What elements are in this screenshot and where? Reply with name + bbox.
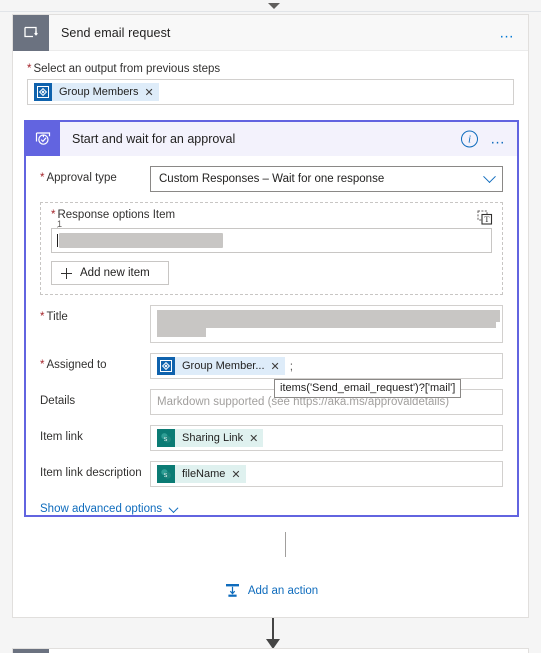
item-link-description-input[interactable]: S fileName ✕ [150, 461, 503, 487]
select-output-label: * Select an output from previous steps [27, 63, 514, 75]
add-an-action-label: Add an action [247, 584, 319, 597]
apply-to-each-title: Send email request [61, 25, 171, 40]
next-action-icon [13, 649, 49, 653]
item-link-input[interactable]: S Sharing Link ✕ [150, 425, 503, 451]
svg-text:S: S [164, 437, 168, 443]
show-advanced-options-button[interactable]: Show advanced options [40, 502, 179, 515]
title-label: * Title [40, 305, 150, 324]
item-link-label: Item link [40, 431, 83, 443]
title-input[interactable] [150, 305, 503, 343]
token-label: fileName [182, 468, 226, 480]
assigned-to-row: * Assigned to Group Member... ✕ ; [40, 353, 503, 379]
expression-tooltip: items('Send_email_request')?['mail'] [274, 379, 462, 398]
approval-type-value: Custom Responses – Wait for one response [159, 173, 385, 185]
title-label-text: Title [46, 311, 68, 323]
response-options-group: T * Response options Item 1 Add new item [40, 202, 503, 295]
redacted-value [59, 233, 223, 248]
approval-title: Start and wait for an approval [72, 132, 236, 146]
apply-to-each-menu-button[interactable]: … [499, 25, 516, 40]
token-label: Group Member... [182, 360, 265, 372]
token-sharing-link[interactable]: S Sharing Link ✕ [157, 429, 264, 447]
plus-icon [61, 267, 72, 279]
approval-type-label-text: Approval type [46, 172, 117, 184]
connector-line [285, 532, 286, 557]
approval-type-select[interactable]: Custom Responses – Wait for one response [150, 166, 503, 192]
item-link-control: S Sharing Link ✕ [150, 425, 503, 451]
approval-menu-button[interactable]: … [490, 132, 507, 147]
required-asterisk: * [40, 311, 45, 323]
token-filename[interactable]: S fileName ✕ [157, 465, 246, 483]
svg-text:T: T [484, 214, 490, 224]
token-label: Sharing Link [182, 432, 244, 444]
add-new-item-button[interactable]: Add new item [51, 261, 169, 285]
approval-type-row: * Approval type Custom Responses – Wait f… [40, 166, 503, 192]
details-row: Details Markdown supported (see https://… [40, 379, 503, 415]
item-link-description-label: Item link description [40, 467, 142, 479]
apply-to-each-header[interactable]: Send email request … [13, 14, 528, 51]
approval-type-control: Custom Responses – Wait for one response [150, 166, 503, 192]
approval-header[interactable]: Start and wait for an approval i … [26, 122, 517, 156]
sharepoint-icon: S [157, 429, 175, 447]
azure-ad-icon [157, 357, 175, 375]
show-advanced-options-label: Show advanced options [40, 503, 163, 515]
approval-body: * Approval type Custom Responses – Wait f… [26, 166, 517, 487]
insert-action-icon [225, 583, 240, 598]
details-control: Markdown supported (see https://aka.ms/a… [150, 379, 503, 415]
collapse-chevron-icon[interactable] [268, 3, 280, 9]
svg-text:S: S [164, 473, 168, 479]
add-new-item-label: Add new item [80, 267, 150, 279]
token-remove-button[interactable]: ✕ [271, 360, 280, 373]
approval-action-card: Start and wait for an approval i … * Appr… [24, 120, 519, 517]
required-asterisk: * [40, 172, 45, 184]
required-asterisk: * [40, 359, 45, 371]
redacted-value [157, 321, 206, 337]
flow-designer-canvas: Send email request … * Select an output f… [0, 0, 541, 653]
assigned-to-input[interactable]: Group Member... ✕ ; [150, 353, 503, 379]
assigned-to-label: * Assigned to [40, 353, 150, 372]
assigned-to-label-text: Assigned to [46, 359, 107, 371]
required-asterisk: * [27, 63, 32, 75]
response-option-item-wrap: 1 [51, 219, 492, 253]
response-options-label-text: Response options Item [57, 209, 176, 221]
select-output-input[interactable]: Group Members ✕ [27, 79, 514, 105]
canvas-top-strip [0, 0, 541, 12]
chevron-down-icon [168, 502, 179, 513]
details-label: Details [40, 395, 76, 407]
token-remove-button[interactable]: ✕ [144, 86, 153, 99]
response-option-input[interactable] [51, 228, 492, 253]
item-link-description-control: S fileName ✕ [150, 461, 503, 487]
assigned-to-separator: ; [289, 359, 294, 373]
chevron-down-icon[interactable] [483, 169, 496, 183]
item-link-description-row: Item link description S fileName ✕ [40, 461, 503, 487]
required-asterisk: * [51, 209, 56, 221]
title-row: * Title [40, 305, 503, 343]
next-action-card[interactable] [12, 648, 529, 653]
apply-to-each-loop-icon [13, 14, 49, 51]
assigned-to-control: Group Member... ✕ ; [150, 353, 503, 379]
switch-to-text-mode-icon[interactable]: T [475, 208, 495, 228]
response-options-label: * Response options Item [51, 209, 492, 221]
token-remove-button[interactable]: ✕ [231, 468, 240, 481]
token-group-member[interactable]: Group Member... ✕ [157, 357, 285, 375]
add-an-action-button[interactable]: Add an action [13, 583, 530, 598]
approval-check-icon [26, 122, 60, 156]
sharepoint-icon: S [157, 465, 175, 483]
token-group-members[interactable]: Group Members ✕ [34, 83, 159, 101]
token-remove-button[interactable]: ✕ [249, 432, 258, 445]
select-output-label-text: Select an output from previous steps [33, 63, 221, 75]
azure-ad-icon [34, 83, 52, 101]
info-icon[interactable]: i [461, 130, 478, 148]
apply-to-each-body: * Select an output from previous steps Gr… [13, 51, 528, 105]
text-caret [57, 234, 58, 247]
approval-type-label: * Approval type [40, 166, 150, 185]
approval-header-actions: i … [461, 130, 507, 148]
title-control [150, 305, 503, 343]
redacted-value [206, 321, 496, 328]
item-link-row: Item link S Sharing Link ✕ [40, 425, 503, 451]
token-label: Group Members [59, 86, 139, 98]
